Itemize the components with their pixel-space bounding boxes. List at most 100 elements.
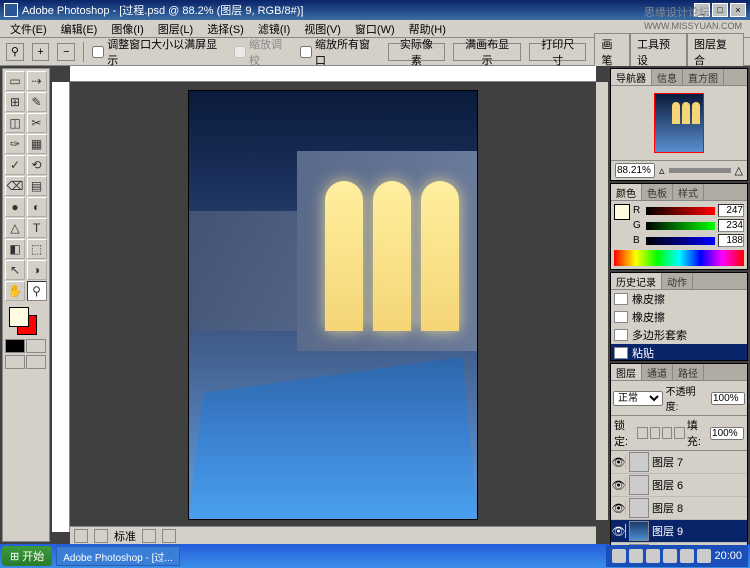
history-item[interactable]: 橡皮擦 — [611, 290, 747, 308]
tab-color[interactable]: 颜色 — [611, 184, 642, 200]
zoom-in-icon[interactable]: △ — [735, 164, 743, 177]
stamp-tool[interactable]: ✓ — [5, 155, 25, 175]
screenmode-full-icon[interactable] — [26, 355, 46, 369]
eyedropper-tool[interactable]: ◑ — [27, 260, 47, 280]
zoom-field[interactable] — [615, 163, 655, 178]
zoom-tool-icon[interactable]: ⚲ — [6, 43, 24, 61]
canvas-image[interactable] — [188, 90, 478, 520]
color-spectrum[interactable] — [614, 250, 744, 266]
fit-window-check[interactable]: 调整窗口大小以满屏显示 — [92, 36, 226, 68]
hand-tool[interactable]: ✋ — [5, 281, 25, 301]
tab-histogram[interactable]: 直方图 — [683, 69, 724, 85]
color-fg-swatch[interactable] — [614, 204, 630, 220]
eraser-tool[interactable]: ⌫ — [5, 176, 25, 196]
layer-item[interactable]: 👁图层 6 — [611, 474, 747, 497]
tab-info[interactable]: 信息 — [652, 69, 683, 85]
layer-item[interactable]: 👁图层 7 — [611, 451, 747, 474]
ruler-horizontal[interactable] — [70, 66, 596, 82]
status-icon[interactable] — [162, 529, 176, 543]
notes-tool[interactable]: ↖ — [5, 260, 25, 280]
tray-icon[interactable] — [612, 549, 626, 563]
visibility-icon[interactable]: 👁 — [612, 524, 626, 538]
crop-tool[interactable]: ◫ — [5, 113, 25, 133]
layer-item[interactable]: 👁图层 9 — [611, 520, 747, 543]
menu-file[interactable]: 文件(E) — [4, 20, 53, 38]
zoom-out-icon[interactable]: − — [57, 43, 75, 61]
tab-history[interactable]: 历史记录 — [611, 273, 662, 289]
g-value[interactable] — [718, 219, 744, 232]
zoom-tool[interactable]: ⚲ — [27, 281, 47, 301]
marquee-tool[interactable]: ▭ — [5, 71, 25, 91]
tab-channels[interactable]: 通道 — [642, 364, 673, 380]
layer-item[interactable]: 👁图层 8 — [611, 497, 747, 520]
tray-icon[interactable] — [680, 549, 694, 563]
history-item[interactable]: 橡皮擦 — [611, 308, 747, 326]
zoom-out-icon[interactable]: ▵ — [659, 164, 665, 177]
shape-tool[interactable]: ⬚ — [27, 239, 47, 259]
type-tool[interactable]: T — [27, 218, 47, 238]
fill-field[interactable] — [710, 427, 744, 440]
g-slider[interactable] — [646, 222, 715, 230]
blur-tool[interactable]: ● — [5, 197, 25, 217]
status-icon[interactable] — [74, 529, 88, 543]
status-icon[interactable] — [94, 529, 108, 543]
r-value[interactable] — [718, 204, 744, 217]
history-brush-tool[interactable]: ⟲ — [27, 155, 47, 175]
history-item[interactable]: 粘贴 — [611, 344, 747, 360]
tab-layers[interactable]: 图层 — [611, 364, 642, 380]
b-slider[interactable] — [646, 237, 715, 245]
wand-tool[interactable]: ✎ — [27, 92, 47, 112]
lock-trans-icon[interactable] — [637, 427, 647, 439]
start-button[interactable]: ⊞ 开始 — [2, 546, 52, 566]
blend-mode-select[interactable]: 正常 — [613, 391, 663, 406]
palette-presets[interactable]: 工具预设 — [630, 33, 687, 71]
brush-tool[interactable]: ▦ — [27, 134, 47, 154]
tab-paths[interactable]: 路径 — [673, 364, 704, 380]
tab-swatches[interactable]: 色板 — [642, 184, 673, 200]
heal-tool[interactable]: ✑ — [5, 134, 25, 154]
palette-comps[interactable]: 图层复合 — [687, 33, 744, 71]
opacity-field[interactable] — [711, 392, 745, 405]
gradient-tool[interactable]: ▤ — [27, 176, 47, 196]
taskbar-item[interactable]: Adobe Photoshop - [过... — [56, 546, 180, 566]
visibility-icon[interactable]: 👁 — [612, 455, 626, 469]
zoom-drag-check[interactable]: 缩放调校 — [234, 36, 292, 68]
pen-tool[interactable]: ◧ — [5, 239, 25, 259]
clock[interactable]: 20:00 — [714, 550, 742, 562]
fg-color-swatch[interactable] — [9, 307, 29, 327]
default-colors-icon[interactable] — [5, 339, 25, 353]
fit-screen-button[interactable]: 满画布显示 — [453, 43, 521, 61]
print-size-button[interactable]: 打印尺寸 — [529, 43, 586, 61]
tray-icon[interactable] — [646, 549, 660, 563]
history-item[interactable]: 多边形套索 — [611, 326, 747, 344]
b-value[interactable] — [718, 234, 744, 247]
tray-icon[interactable] — [629, 549, 643, 563]
scrollbar-vertical[interactable] — [596, 82, 608, 520]
r-slider[interactable] — [646, 207, 715, 215]
slice-tool[interactable]: ✂ — [27, 113, 47, 133]
quickmask-icon[interactable] — [26, 339, 46, 353]
lock-paint-icon[interactable] — [650, 427, 660, 439]
tab-navigator[interactable]: 导航器 — [611, 69, 652, 85]
lock-pos-icon[interactable] — [662, 427, 672, 439]
lock-all-icon[interactable] — [674, 427, 684, 439]
fit-all-check[interactable]: 缩放所有窗口 — [300, 36, 380, 68]
palette-brushes[interactable]: 画笔 — [594, 33, 630, 71]
tray-icon[interactable] — [697, 549, 711, 563]
move-tool[interactable]: ⇢ — [27, 71, 47, 91]
minimize-button[interactable]: _ — [694, 3, 710, 17]
ruler-vertical[interactable] — [52, 82, 70, 532]
visibility-icon[interactable]: 👁 — [612, 501, 626, 515]
tab-actions[interactable]: 动作 — [662, 273, 693, 289]
visibility-icon[interactable]: 👁 — [612, 478, 626, 492]
zoom-slider[interactable] — [669, 168, 731, 173]
lasso-tool[interactable]: ⊞ — [5, 92, 25, 112]
tray-icon[interactable] — [663, 549, 677, 563]
close-button[interactable]: × — [730, 3, 746, 17]
screenmode-std-icon[interactable] — [5, 355, 25, 369]
status-icon[interactable] — [142, 529, 156, 543]
path-tool[interactable]: △ — [5, 218, 25, 238]
navigator-preview[interactable] — [654, 93, 704, 153]
tab-styles[interactable]: 样式 — [673, 184, 704, 200]
dodge-tool[interactable]: ◐ — [27, 197, 47, 217]
